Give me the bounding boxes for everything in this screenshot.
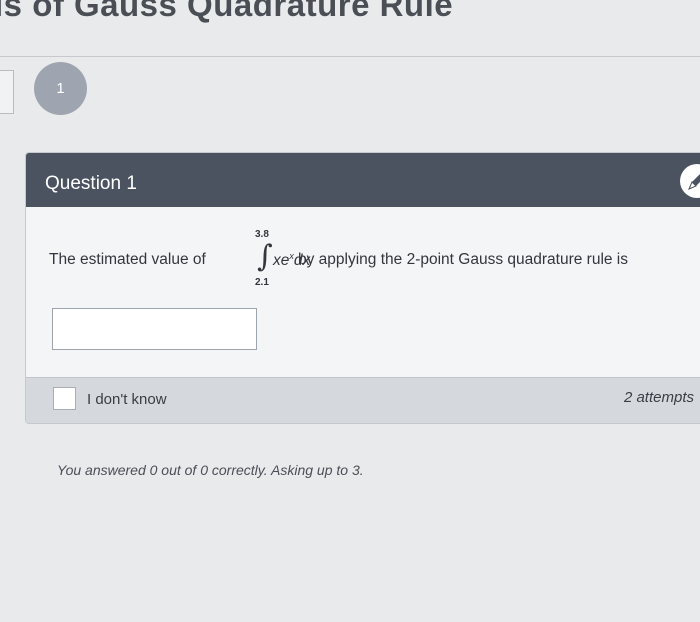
integral-expression: 3.8 ∫ 2.1 xexdx [255, 229, 310, 291]
question-card: Question 1 The estimated value of 3.8 ∫ … [25, 152, 700, 424]
answer-input[interactable] [52, 308, 257, 350]
dont-know-label[interactable]: I don't know [87, 391, 167, 408]
pencil-icon[interactable] [680, 164, 700, 198]
question-number-button[interactable]: 1 [34, 62, 87, 115]
attempts-remaining: 2 attempts [623, 389, 694, 406]
integral-lower-limit: 2.1 [255, 277, 269, 288]
header-divider [0, 56, 700, 57]
page-title: ls of Gauss Quadrature Rule [0, 0, 454, 23]
integral-sign: ∫ [257, 239, 273, 274]
prompt-text-after: by applying the 2-point Gauss quadrature… [298, 251, 629, 268]
side-panel-edge[interactable] [0, 70, 14, 114]
question-footer: I don't know 2 attempts [26, 377, 700, 423]
question-prompt: The estimated value of 3.8 ∫ 2.1 xexdx b… [49, 229, 700, 291]
question-header: Question 1 [26, 153, 700, 207]
dont-know-checkbox[interactable] [53, 387, 76, 410]
integrand-base: xe [273, 252, 290, 269]
prompt-text-before: The estimated value of [49, 251, 206, 268]
progress-status-text: You answered 0 out of 0 correctly. Askin… [57, 462, 364, 478]
question-title: Question 1 [45, 173, 137, 194]
